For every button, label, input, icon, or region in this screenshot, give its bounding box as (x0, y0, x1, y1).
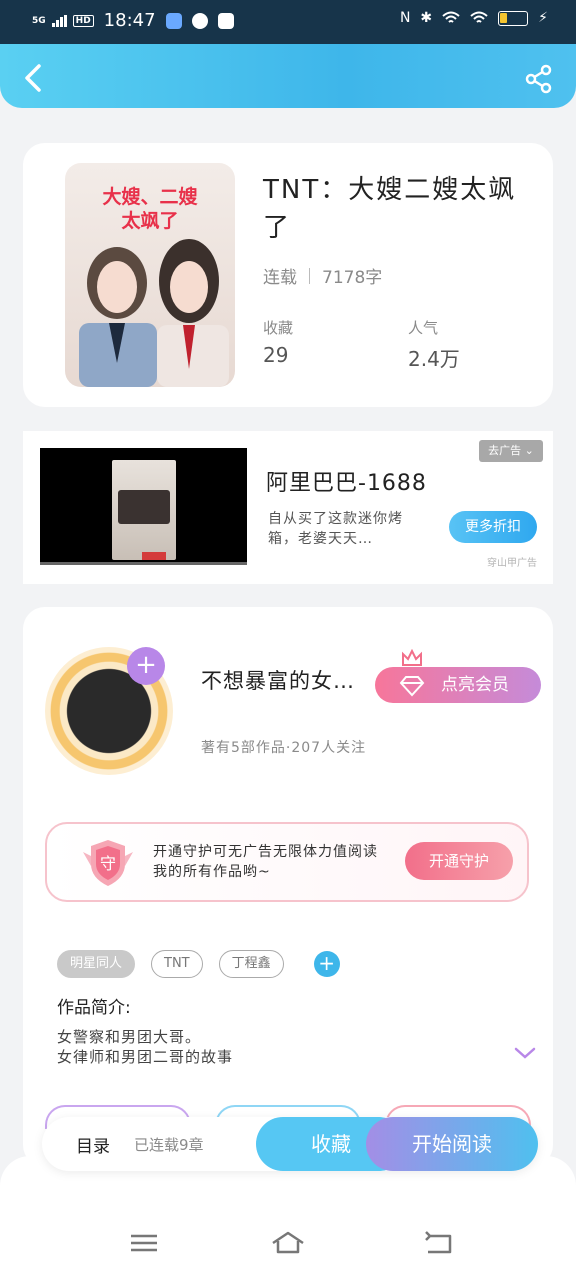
nfc-icon: N (399, 10, 411, 26)
guardian-banner[interactable]: 守 开通守护可无广告无限体力值阅读我的所有作品哟~ 开通守护 (45, 822, 529, 902)
tag-item[interactable]: TNT (151, 950, 203, 978)
popularity-value: 2.4万 (408, 347, 460, 371)
status-bar: 5G HD 18:47 N ✱ 25 ⚡ (0, 0, 576, 44)
shield-icon: 守 (83, 840, 133, 886)
diamond-icon (399, 676, 425, 697)
add-tag-button[interactable]: + (313, 951, 340, 977)
book-title: TNT：大嫂二嫂太飒了 (263, 175, 517, 243)
ad-title: 阿里巴巴-1688 (266, 471, 427, 496)
chevron-left-icon[interactable] (20, 62, 46, 94)
author-card: + 不想暴富的女… 点亮会员 著有5部作品·207人关注 守 开通守护可无广告无… (23, 607, 553, 1167)
cover-illustration (79, 239, 229, 387)
system-nav-bar (0, 1156, 576, 1280)
guard-badge-text: 守 (100, 854, 116, 873)
book-status: 连载 (263, 268, 297, 288)
header-bar: 5G HD 18:47 N ✱ 25 ⚡ (0, 0, 576, 108)
popularity-label: 人气 (408, 319, 439, 337)
battery-level: 25 (506, 11, 521, 23)
chevron-down-icon[interactable] (513, 1045, 537, 1061)
remove-ad-button[interactable]: 去广告 ⌄ (479, 440, 543, 462)
ad-video-thumbnail[interactable] (40, 448, 247, 565)
charging-icon: ⚡ (538, 10, 548, 26)
ad-source: 穿山甲广告 (487, 558, 537, 569)
signal-icon (51, 14, 67, 27)
wifi-icon (470, 11, 488, 23)
book-info-card: 大嫂、二嫂 太飒了 TNT：大嫂二嫂太飒了 连载 7178字 收藏 29 人气 … (23, 143, 553, 407)
share-icon[interactable] (524, 64, 554, 94)
ad-more-deals-button[interactable]: 更多折扣 (449, 511, 537, 543)
oven-image (112, 460, 176, 560)
home-icon[interactable] (270, 1228, 306, 1258)
follow-plus-icon[interactable]: + (127, 647, 165, 685)
author-name[interactable]: 不想暴富的女… (201, 665, 371, 695)
book-meta: 连载 7178字 (263, 263, 382, 288)
guardian-text: 开通守护可无广告无限体力值阅读我的所有作品哟~ (153, 844, 378, 880)
back-nav-icon[interactable] (420, 1228, 456, 1258)
network-label: 5G (32, 15, 46, 26)
tag-list: 明星同人 TNT 丁程鑫 + (57, 950, 340, 978)
book-cover[interactable]: 大嫂、二嫂 太飒了 (65, 163, 235, 387)
ad-video-progress (40, 562, 247, 565)
chapter-progress: 已连载9章 (134, 1136, 204, 1154)
tag-item[interactable]: 丁程鑫 (218, 950, 284, 978)
bluetooth-icon: ✱ (420, 10, 433, 26)
favorites-value: 29 (263, 343, 289, 367)
tag-item[interactable]: 明星同人 (57, 950, 136, 978)
intro-line: 女警察和男团大哥。 (57, 1028, 202, 1046)
battery-icon: 25 (498, 10, 529, 26)
app-notification-icon (165, 12, 182, 29)
author-stats: 著有5部作品·207人关注 (201, 740, 367, 756)
status-time: 18:47 (103, 10, 156, 31)
intro-label: 作品简介: (57, 998, 131, 1018)
wifi-icon (442, 11, 460, 23)
compass-notification-icon (191, 12, 208, 29)
menu-icon[interactable] (126, 1228, 162, 1258)
ad-description: 自从买了这款迷你烤箱，老婆天天… (268, 511, 403, 547)
start-reading-button[interactable]: 开始阅读 (366, 1117, 538, 1171)
word-count: 7178字 (322, 268, 383, 288)
mail-notification-icon (217, 12, 234, 29)
crown-icon (402, 649, 422, 666)
ad-banner[interactable]: 去广告 ⌄ 阿里巴巴-1688 自从买了这款迷你烤箱，老婆天天… 更多折扣 穿山… (23, 431, 553, 584)
bottom-action-bar: 目录 已连载9章 收藏 开始阅读 (42, 1117, 538, 1171)
intro-line: 女律师和男团二哥的故事 (57, 1048, 234, 1066)
toc-button[interactable]: 目录 (76, 1132, 110, 1157)
intro-text: 女警察和男团大哥。 女律师和男团二哥的故事 (57, 1027, 233, 1067)
hd-badge: HD (72, 14, 94, 27)
favorites-label: 收藏 (263, 319, 294, 337)
open-guardian-button[interactable]: 开通守护 (405, 842, 513, 880)
divider (309, 267, 310, 284)
